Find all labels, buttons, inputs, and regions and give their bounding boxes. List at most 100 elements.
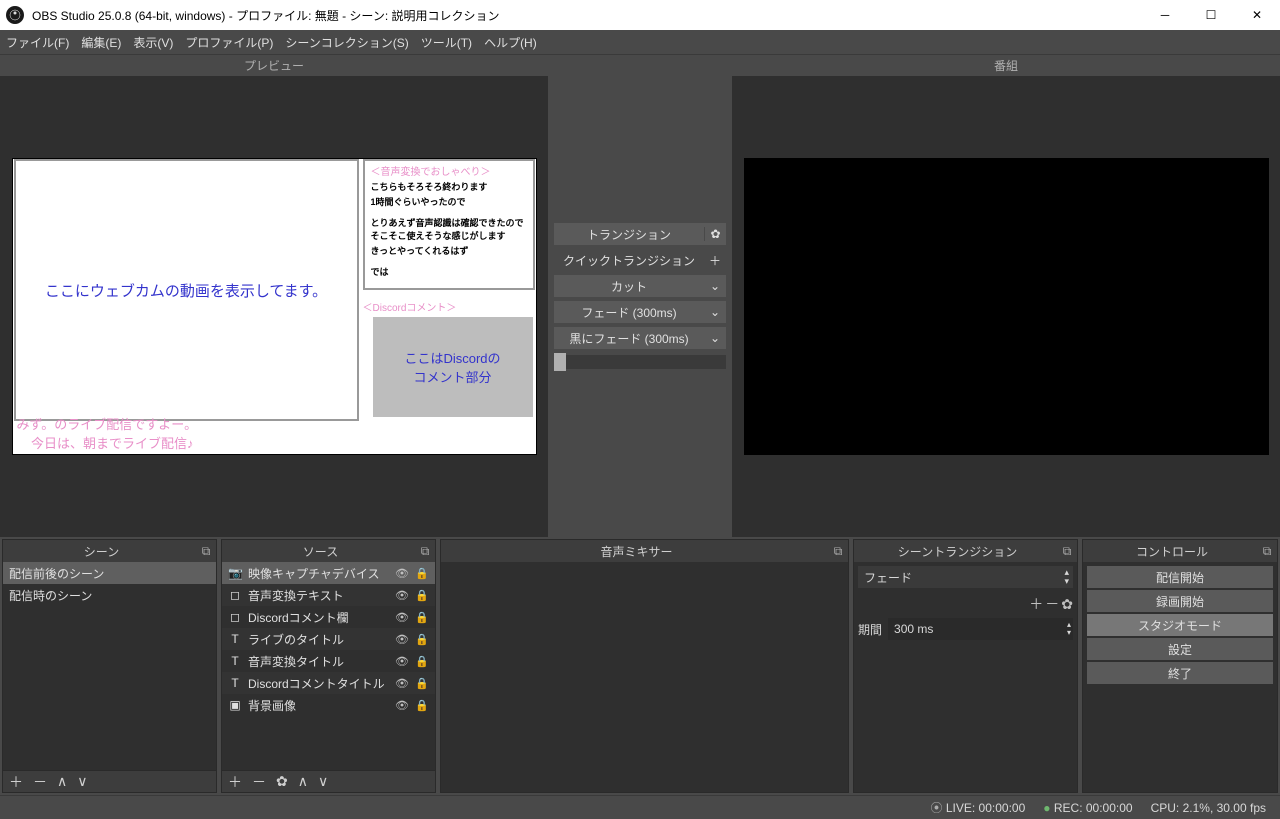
popout-icon[interactable]: ⧉ — [1259, 544, 1275, 559]
source-row[interactable]: Tライブのタイトル👁🔒 — [222, 628, 435, 650]
studio-mode-button[interactable]: スタジオモード — [1087, 614, 1273, 636]
start-recording-button[interactable]: 録画開始 — [1087, 590, 1273, 612]
fade-label: フェード (300ms) — [554, 304, 704, 321]
remove-transition-button[interactable]: － — [1045, 594, 1059, 614]
quick-transition-blackfade[interactable]: 黒にフェード (300ms) ⌄ — [554, 327, 726, 349]
sources-toolbar: ＋ － ✿ ∧ ∨ — [222, 770, 435, 792]
visibility-toggle[interactable]: 👁 — [395, 655, 409, 668]
mock-webcam-source: ここにウェブカムの動画を表示してます。 — [14, 159, 359, 421]
program-label: 番組 — [994, 57, 1018, 74]
move-up-button[interactable]: ∧ — [57, 773, 67, 790]
add-scene-button[interactable]: ＋ — [9, 772, 23, 792]
tbar-slider[interactable] — [554, 355, 726, 369]
menu-edit[interactable]: 編集(E) — [81, 34, 121, 51]
rec-indicator: ● REC: 00:00:00 — [1043, 801, 1132, 815]
chevron-down-icon[interactable]: ⌄ — [704, 305, 726, 319]
source-row[interactable]: 📷映像キャプチャデバイス👁🔒 — [222, 562, 435, 584]
mock-voice-line: とりあえず音声認識は確認できたのでそこそこ使えそうな感じがします — [371, 216, 527, 242]
menu-help[interactable]: ヘルプ(H) — [484, 34, 537, 51]
menu-tools[interactable]: ツール(T) — [421, 34, 472, 51]
visibility-toggle[interactable]: 👁 — [395, 567, 409, 580]
mock-discord-text: ここはDiscordの コメント部分 — [404, 348, 500, 386]
popout-icon[interactable]: ⧉ — [830, 544, 846, 559]
mock-voice-line: きっとやってくれるはず — [371, 244, 527, 257]
menu-scene-collection[interactable]: シーンコレクション(S) — [285, 34, 408, 51]
popout-icon[interactable]: ⧉ — [417, 544, 433, 559]
quick-transition-fade[interactable]: フェード (300ms) ⌄ — [554, 301, 726, 323]
transition-column: トランジション ✿ クイックトランジション ＋ カット ⌄ フェード (300m… — [550, 55, 730, 537]
popout-icon[interactable]: ⧉ — [1059, 544, 1075, 559]
chevron-down-icon[interactable]: ⌄ — [704, 331, 726, 345]
remove-source-button[interactable]: － — [252, 772, 266, 792]
duration-spinner[interactable]: 300 ms ▴▾ — [888, 618, 1073, 640]
scenes-toolbar: ＋ － ∧ ∨ — [3, 770, 216, 792]
mock-voice-line: 1時間ぐらいやったので — [371, 195, 527, 208]
source-row[interactable]: ◻Discordコメント欄👁🔒 — [222, 606, 435, 628]
chevron-up-down-icon: ▴▾ — [1064, 568, 1069, 586]
scene-row[interactable]: 配信時のシーン — [3, 584, 216, 606]
preview-canvas-area[interactable]: ここにウェブカムの動画を表示してます。 ＜音声変換でおしゃべり＞ こちらもそろそ… — [0, 76, 548, 537]
mock-voice-line: では — [371, 265, 527, 278]
lock-toggle[interactable]: 🔒 — [415, 699, 429, 712]
source-row[interactable]: TDiscordコメントタイトル👁🔒 — [222, 672, 435, 694]
quick-transition-cut[interactable]: カット ⌄ — [554, 275, 726, 297]
move-down-button[interactable]: ∨ — [318, 773, 328, 790]
minimize-button[interactable]: ─ — [1142, 0, 1188, 30]
source-type-icon: ◻ — [228, 588, 242, 602]
move-up-button[interactable]: ∧ — [298, 773, 308, 790]
move-down-button[interactable]: ∨ — [77, 773, 87, 790]
obs-logo-icon — [6, 6, 24, 24]
scene-transitions-title: シーントランジション — [856, 543, 1059, 560]
visibility-toggle[interactable]: 👁 — [395, 699, 409, 712]
mock-footer-line: 今日は、朝までライブ配信♪ — [31, 436, 194, 451]
visibility-toggle[interactable]: 👁 — [395, 611, 409, 624]
transition-main-button[interactable]: トランジション ✿ — [554, 223, 726, 245]
start-streaming-button[interactable]: 配信開始 — [1087, 566, 1273, 588]
source-name: 背景画像 — [248, 697, 389, 714]
lock-toggle[interactable]: 🔒 — [415, 589, 429, 602]
lock-toggle[interactable]: 🔒 — [415, 633, 429, 646]
add-source-button[interactable]: ＋ — [228, 772, 242, 792]
source-name: Discordコメント欄 — [248, 609, 389, 626]
remove-scene-button[interactable]: － — [33, 772, 47, 792]
source-name: 音声変換タイトル — [248, 653, 389, 670]
visibility-toggle[interactable]: 👁 — [395, 589, 409, 602]
close-button[interactable]: ✕ — [1234, 0, 1280, 30]
chevron-down-icon[interactable]: ⌄ — [704, 279, 726, 293]
lock-toggle[interactable]: 🔒 — [415, 567, 429, 580]
plus-icon[interactable]: ＋ — [704, 252, 726, 269]
source-type-icon: T — [228, 676, 242, 690]
spinner-arrows-icon[interactable]: ▴▾ — [1067, 621, 1071, 637]
source-row[interactable]: T音声変換タイトル👁🔒 — [222, 650, 435, 672]
mock-webcam-text: ここにウェブカムの動画を表示してます。 — [45, 280, 327, 301]
gear-icon[interactable]: ✿ — [704, 227, 726, 241]
source-row[interactable]: ▣背景画像👁🔒 — [222, 694, 435, 716]
tbar-handle[interactable] — [554, 353, 566, 371]
menu-view[interactable]: 表示(V) — [133, 34, 173, 51]
preview-pane: プレビュー ここにウェブカムの動画を表示してます。 ＜音声変換でおしゃべり＞ こ… — [0, 55, 548, 537]
menu-file[interactable]: ファイル(F) — [6, 34, 69, 51]
maximize-button[interactable]: ☐ — [1188, 0, 1234, 30]
exit-button[interactable]: 終了 — [1087, 662, 1273, 684]
lock-toggle[interactable]: 🔒 — [415, 677, 429, 690]
transition-props-button[interactable]: ✿ — [1061, 594, 1073, 614]
lock-toggle[interactable]: 🔒 — [415, 655, 429, 668]
visibility-toggle[interactable]: 👁 — [395, 677, 409, 690]
program-canvas-area[interactable] — [732, 76, 1280, 537]
scene-row[interactable]: 配信前後のシーン — [3, 562, 216, 584]
duration-value: 300 ms — [894, 622, 933, 636]
add-transition-button[interactable]: ＋ — [1029, 594, 1043, 614]
source-name: ライブのタイトル — [248, 631, 389, 648]
sources-dock-title: ソース — [224, 543, 417, 560]
cut-label: カット — [554, 278, 704, 295]
source-row[interactable]: ◻音声変換テキスト👁🔒 — [222, 584, 435, 606]
popout-icon[interactable]: ⧉ — [198, 544, 214, 559]
source-props-button[interactable]: ✿ — [276, 773, 288, 790]
mixer-dock: 音声ミキサー⧉ — [440, 539, 849, 793]
lock-toggle[interactable]: 🔒 — [415, 611, 429, 624]
settings-button[interactable]: 設定 — [1087, 638, 1273, 660]
menu-profile[interactable]: プロファイル(P) — [185, 34, 273, 51]
visibility-toggle[interactable]: 👁 — [395, 633, 409, 646]
transition-select[interactable]: フェード ▴▾ — [858, 566, 1073, 588]
mock-voice-header: ＜音声変換でおしゃべり＞ — [371, 163, 527, 178]
